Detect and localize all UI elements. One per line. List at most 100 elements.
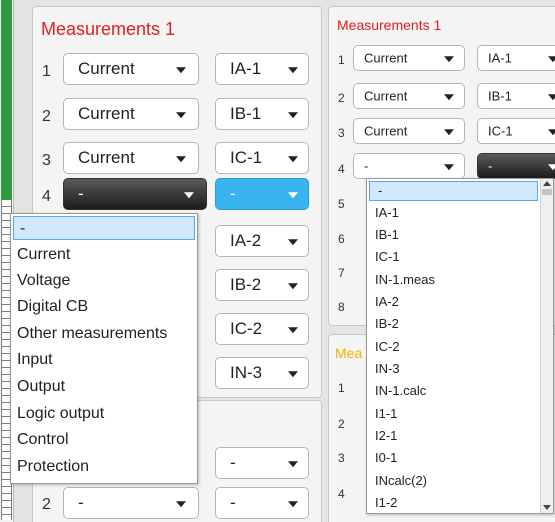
dropdown-option[interactable]: IA-1 <box>367 204 539 224</box>
type-select-row-3[interactable]: Current <box>63 142 199 174</box>
dropdown-option[interactable]: IN-3 <box>367 360 539 380</box>
chevron-down-icon <box>548 129 555 136</box>
type-select-value: Current <box>364 50 408 66</box>
dropdown-option[interactable]: Digital CB <box>11 295 197 321</box>
row-number: 3 <box>42 152 51 169</box>
signal-select-row-2[interactable]: IB-1 <box>215 98 309 130</box>
dropdown-option[interactable]: Output <box>11 375 197 401</box>
dropdown-option[interactable]: I1-2 <box>367 494 539 514</box>
signal-select-row-1[interactable]: IA-1 <box>215 53 309 85</box>
row-number: 3 <box>338 451 345 465</box>
dropdown-option[interactable]: INcalc(2) <box>367 472 539 492</box>
chevron-down-icon <box>184 192 194 199</box>
chevron-down-icon <box>548 94 555 101</box>
dropdown-option[interactable]: IB-1 <box>367 226 539 246</box>
signal-select-lower-row-2[interactable]: - <box>215 487 309 519</box>
dropdown-option[interactable]: Other measurements <box>11 322 197 348</box>
dropdown-option[interactable]: Input <box>11 348 197 374</box>
dropdown-option[interactable]: IN-1.meas <box>367 271 539 291</box>
type-select-value: Current <box>364 88 408 104</box>
row-number: 2 <box>338 417 345 431</box>
signal-select-value: - <box>488 158 493 174</box>
dropdown-option[interactable]: IA-2 <box>367 293 539 313</box>
dropdown-option[interactable]: Current <box>11 243 197 269</box>
signal-select-value: - <box>230 453 236 472</box>
chevron-down-icon <box>288 461 298 468</box>
scrollbar-thumb[interactable] <box>542 189 552 195</box>
dropdown-option[interactable]: IC-2 <box>367 338 539 358</box>
row-number: 4 <box>338 162 345 176</box>
type-select-lower-row-2[interactable]: - <box>63 487 199 519</box>
row-number: 2 <box>42 496 51 513</box>
signal-select-row-4[interactable]: - <box>477 153 555 179</box>
chevron-down-icon <box>288 67 298 74</box>
signal-select-row-3[interactable]: IC-1 <box>477 118 555 144</box>
row-number: 4 <box>42 188 51 205</box>
chevron-down-icon <box>444 56 454 63</box>
type-select-row-4[interactable]: - <box>353 153 465 179</box>
dropdown-option[interactable]: - <box>13 216 195 240</box>
chevron-down-icon <box>176 501 186 508</box>
dropdown-option[interactable]: IN-1.calc <box>367 382 539 402</box>
chevron-down-icon <box>288 327 298 334</box>
scroll-down-arrow-icon[interactable] <box>543 505 551 510</box>
signal-select-value: IA-2 <box>230 231 262 250</box>
row-number: 1 <box>42 63 51 80</box>
signal-select-value: IB-2 <box>230 275 262 294</box>
type-select-row-3[interactable]: Current <box>353 118 465 144</box>
signal-select-value: IC-1 <box>488 123 513 139</box>
row-number: 3 <box>338 126 345 140</box>
type-select-value: Current <box>78 148 135 167</box>
chevron-down-icon <box>444 164 454 171</box>
chevron-down-icon <box>288 239 298 246</box>
row-number: 6 <box>338 232 345 246</box>
signal-dropdown-list[interactable]: - IA-1 IB-1 IC-1 IN-1.meas IA-2 IB-2 IC-… <box>366 178 554 514</box>
type-select-value: Current <box>78 59 135 78</box>
signal-select-value: IB-1 <box>230 104 262 123</box>
type-select-row-1[interactable]: Current <box>353 45 465 71</box>
chevron-down-icon <box>548 164 555 171</box>
type-select-row-2[interactable]: Current <box>353 83 465 109</box>
signal-select-lower-row-1[interactable]: - <box>215 447 309 479</box>
row-number: 4 <box>338 487 345 501</box>
row-number: 7 <box>338 266 345 280</box>
dropdown-option[interactable]: I2-1 <box>367 427 539 447</box>
signal-select-value: IN-3 <box>230 363 263 382</box>
type-dropdown-list[interactable]: - Current Voltage Digital CB Other measu… <box>10 213 198 484</box>
type-select-value: - <box>78 493 84 512</box>
dropdown-option[interactable]: Voltage <box>11 269 197 295</box>
type-select-value: - <box>78 184 84 203</box>
signal-select-row-2[interactable]: IB-1 <box>477 83 555 109</box>
signal-select-row-4[interactable]: - <box>215 178 309 210</box>
dropdown-option[interactable]: Protection <box>11 455 197 481</box>
chevron-down-icon <box>548 56 555 63</box>
signal-select-value: IB-1 <box>488 88 512 104</box>
signal-select-value: IA-1 <box>488 50 512 66</box>
row-number: 8 <box>338 300 345 314</box>
signal-select-row-1[interactable]: IA-1 <box>477 45 555 71</box>
panel-title: Measurements 1 <box>41 19 176 39</box>
chevron-down-icon <box>288 112 298 119</box>
signal-select-row-7[interactable]: IC-2 <box>215 313 309 345</box>
chevron-down-icon <box>176 112 186 119</box>
dropdown-option[interactable]: - <box>369 181 538 201</box>
dropdown-scrollbar[interactable] <box>540 179 553 513</box>
type-select-row-4[interactable]: - <box>63 178 207 210</box>
dropdown-option[interactable]: IC-1 <box>367 248 539 268</box>
chevron-down-icon <box>288 501 298 508</box>
signal-select-row-3[interactable]: IC-1 <box>215 142 309 174</box>
scroll-up-arrow-icon[interactable] <box>543 181 551 186</box>
type-select-row-2[interactable]: Current <box>63 98 199 130</box>
dropdown-option[interactable]: IB-2 <box>367 315 539 335</box>
dropdown-option[interactable]: I1-1 <box>367 405 539 425</box>
type-select-row-1[interactable]: Current <box>63 53 199 85</box>
signal-select-value: - <box>230 184 236 203</box>
signal-select-row-5[interactable]: IA-2 <box>215 225 309 257</box>
dropdown-option[interactable]: Logic output <box>11 402 197 428</box>
signal-select-row-8[interactable]: IN-3 <box>215 357 309 389</box>
dropdown-option[interactable]: I0-1 <box>367 449 539 469</box>
app-root: Measurements 1 1 Current IA-1 2 Current … <box>0 0 555 522</box>
dropdown-option[interactable]: Control <box>11 428 197 454</box>
signal-select-row-6[interactable]: IB-2 <box>215 269 309 301</box>
row-number: 5 <box>338 197 345 211</box>
